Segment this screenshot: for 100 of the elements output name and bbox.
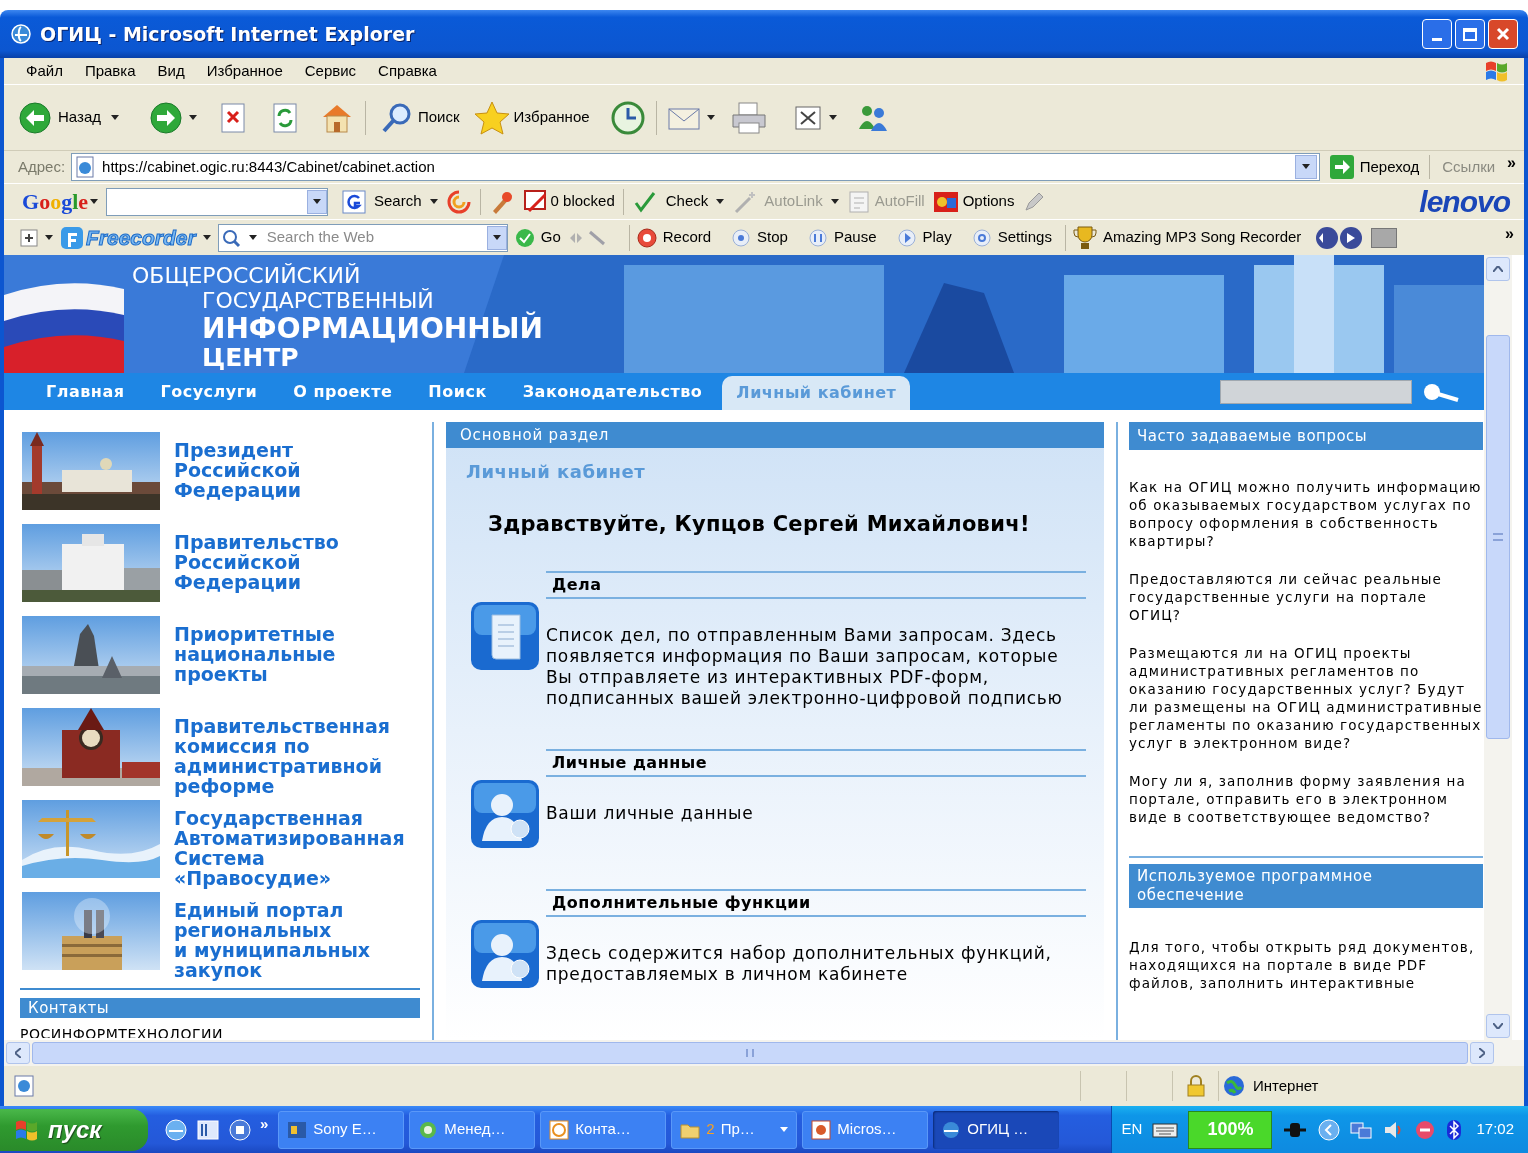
play-button[interactable]: Play: [896, 226, 952, 249]
block-title[interactable]: Дела: [552, 572, 602, 597]
caret-icon[interactable]: [716, 198, 725, 205]
sidebar-link[interactable]: Правительство Российской Федерации: [174, 524, 339, 592]
section-heading: Контакты: [28, 997, 110, 1019]
close-button[interactable]: [1488, 19, 1518, 49]
settings-button[interactable]: Settings: [971, 226, 1052, 249]
vertical-scrollbar[interactable]: [1484, 255, 1512, 1040]
toolbar-grip-icon[interactable]: [1371, 227, 1398, 248]
sidebar-link[interactable]: Правительственная комиссия по административной реформе: [174, 708, 390, 796]
faq-link[interactable]: Размещаются ли на ОГИЦ проекты административных регламентов по оказанию государственных услуг? Будут ли размещены на ОГИЦ административные регламенты по оказанию государственных услуг в электронном виде?: [1129, 644, 1483, 752]
menu-item[interactable]: Сервис: [294, 59, 367, 83]
start-button[interactable]: пуск: [0, 1108, 148, 1151]
collapse-icon[interactable]: [1318, 1118, 1341, 1141]
freecorder-logo-icon: [60, 225, 84, 250]
favorites-button[interactable]: Избранное: [469, 99, 594, 136]
block-title[interactable]: Дополнительные функции: [552, 890, 811, 915]
go-button[interactable]: Переход: [1325, 155, 1424, 179]
horizontal-scrollbar[interactable]: [4, 1040, 1524, 1066]
history-icon[interactable]: [609, 99, 646, 136]
address-field[interactable]: https://cabinet.ogic.ru:8443/Cabinet/cabinet.action: [71, 153, 1320, 181]
faq-link[interactable]: Как на ОГИЦ можно получить информацию об оказываемых государством услугах по вопросу оформления в собственность квартиры?: [1129, 478, 1483, 550]
edit-icon[interactable]: [792, 103, 823, 132]
caret-icon[interactable]: [90, 198, 98, 205]
caret-icon[interactable]: [706, 114, 715, 121]
stop-button[interactable]: Stop: [731, 226, 788, 249]
document-icon[interactable]: [470, 600, 540, 671]
player-icon[interactable]: [228, 1117, 252, 1142]
more-button[interactable]: »: [260, 1113, 269, 1136]
caret-icon[interactable]: [828, 114, 837, 121]
caret-icon[interactable]: [429, 198, 438, 205]
spell-check-button[interactable]: Check: [631, 188, 709, 215]
person-icon[interactable]: [470, 918, 540, 989]
bluetooth-icon[interactable]: [1446, 1118, 1463, 1141]
page-icon: [74, 156, 97, 178]
grip-icon: [1493, 533, 1503, 541]
media-control-icon[interactable]: [1314, 224, 1365, 251]
maximize-button[interactable]: [1455, 19, 1485, 49]
play-icon: [896, 227, 917, 248]
google-menu-button[interactable]: Google: [22, 185, 98, 218]
dropdown-caret-icon[interactable]: [492, 234, 501, 241]
nav-tab[interactable]: Госуслуги: [142, 373, 276, 410]
sidebar-link[interactable]: Единый портал региональных и муниципальных закупок: [174, 892, 371, 980]
dropdown-caret-icon[interactable]: [1301, 164, 1310, 170]
back-button[interactable]: Назад: [14, 97, 105, 138]
menu-item[interactable]: Правка: [74, 59, 146, 83]
taskbar-button[interactable]: ОГИЦ …: [933, 1110, 1060, 1149]
caret-icon[interactable]: [45, 234, 53, 241]
printer-icon[interactable]: [730, 100, 767, 135]
more-button[interactable]: »: [1505, 221, 1514, 246]
sidebar-link[interactable]: Приоритетные национальные проекты: [174, 616, 336, 684]
go-search-button[interactable]: Go: [514, 226, 561, 249]
pause-button[interactable]: Pause: [807, 226, 877, 249]
menu-item[interactable]: Справка: [368, 59, 447, 83]
menu-item[interactable]: Файл: [16, 59, 73, 83]
caret-icon[interactable]: [189, 114, 197, 121]
menu-item[interactable]: Вид: [147, 59, 195, 83]
minimize-button[interactable]: [1422, 19, 1452, 49]
web-search-field[interactable]: Search the Web: [217, 223, 508, 252]
caret-icon[interactable]: [830, 198, 839, 205]
record-button[interactable]: Record: [636, 226, 712, 249]
song-recorder-button[interactable]: Amazing MP3 Song Recorder: [1072, 224, 1302, 251]
menu-item[interactable]: Избранное: [196, 59, 293, 83]
faq-link[interactable]: Предоставляются ли сейчас реальные государственные услуги на портале ОГИЦ?: [1129, 570, 1483, 624]
caret-icon[interactable]: [202, 234, 211, 241]
block-title[interactable]: Личные данные: [552, 750, 708, 775]
nav-tab[interactable]: Главная: [28, 373, 143, 410]
battery-percentage: 100%: [1188, 1110, 1273, 1149]
search-button[interactable]: Поиск: [376, 100, 464, 135]
more-button[interactable]: »: [1507, 151, 1516, 175]
dropdown-caret-icon[interactable]: [313, 198, 321, 205]
caret-icon[interactable]: [248, 234, 257, 241]
nav-tab[interactable]: Законодательство: [504, 373, 721, 410]
page-subtitle: Личный кабинет: [466, 461, 646, 482]
sidebar-link[interactable]: Президент Российской Федерации: [174, 432, 302, 500]
expand-icon[interactable]: [20, 228, 38, 247]
taskbar-button[interactable]: Менед…: [409, 1110, 536, 1149]
faq-link[interactable]: Могу ли я, заполнив форму заявления на портале, отправить его в электронном виде в соответствующее ведомство?: [1129, 772, 1483, 826]
caret-icon[interactable]: [111, 114, 119, 121]
pause-icon: [807, 227, 828, 248]
taskbar-button[interactable]: 2 Пр…: [671, 1110, 798, 1149]
sidebar-link[interactable]: Государственная Автоматизированная Система «Правосудие»: [174, 800, 405, 888]
taskbar-button[interactable]: Sony E…: [278, 1110, 405, 1149]
taskbar-button[interactable]: Micros…: [802, 1110, 929, 1149]
nav-tab[interactable]: Поиск: [410, 373, 505, 410]
info-text: Для того, чтобы открыть ряд документов, находящихся на портале в виде PDF файлов, заполнить интерактивные: [1129, 938, 1476, 992]
keyboard-icon[interactable]: [1152, 1120, 1179, 1139]
popup-blocker-button[interactable]: 0 blocked: [522, 188, 615, 215]
person-icon[interactable]: [470, 778, 540, 849]
nav-tab[interactable]: О проекте: [275, 373, 411, 410]
search-g-icon: [342, 189, 366, 214]
section-heading: Используемое программное обеспечение: [1137, 867, 1373, 904]
swirl-icon[interactable]: [445, 188, 472, 215]
options-button[interactable]: Options: [932, 189, 1015, 214]
app-icon: [418, 1119, 439, 1140]
taskbar-button[interactable]: Конта…: [540, 1110, 667, 1149]
desktop-icon[interactable]: [196, 1117, 220, 1142]
google-search-button[interactable]: Search: [342, 189, 422, 214]
google-search-field[interactable]: [106, 187, 328, 216]
site-search-field[interactable]: [1220, 379, 1412, 404]
